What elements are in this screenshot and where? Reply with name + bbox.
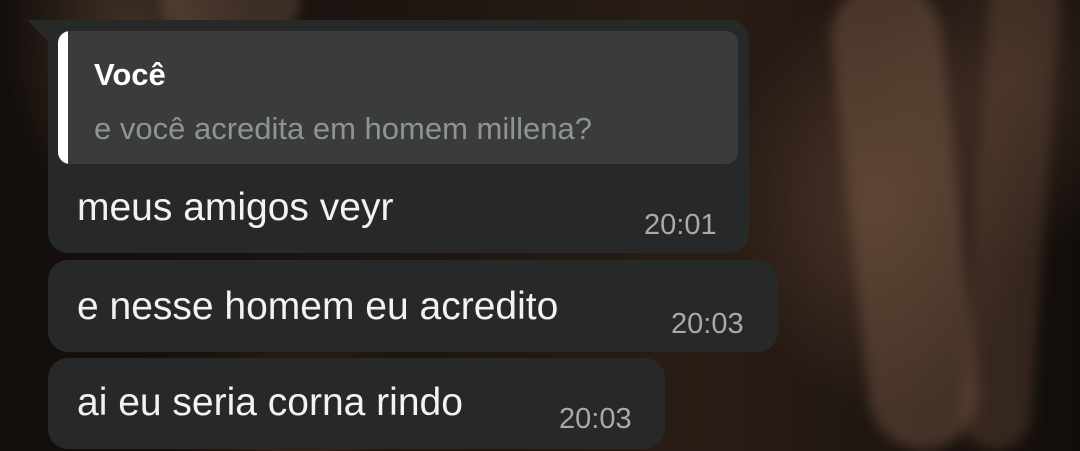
message-bubble[interactable]: ai eu seria corna rindo 20:03 <box>48 358 665 449</box>
wallpaper-shape <box>958 0 1062 451</box>
message-timestamp: 20:01 <box>644 209 717 241</box>
message-timestamp: 20:03 <box>559 403 632 435</box>
message-timestamp: 20:03 <box>671 308 744 340</box>
quoted-reply[interactable]: Você e você acredita em homem millena? <box>58 31 738 164</box>
message-text: meus amigos veyr <box>77 186 394 229</box>
quoted-author: Você <box>94 57 166 92</box>
message-text: ai eu seria corna rindo <box>77 381 463 424</box>
message-text: e nesse homem eu acredito <box>77 285 559 328</box>
wallpaper-shape <box>825 0 985 451</box>
quoted-message-text: e você acredita em homem millena? <box>94 111 592 146</box>
quote-accent-bar <box>58 31 68 164</box>
bubble-tail <box>27 20 49 42</box>
message-bubble[interactable]: e nesse homem eu acredito 20:03 <box>48 260 778 352</box>
